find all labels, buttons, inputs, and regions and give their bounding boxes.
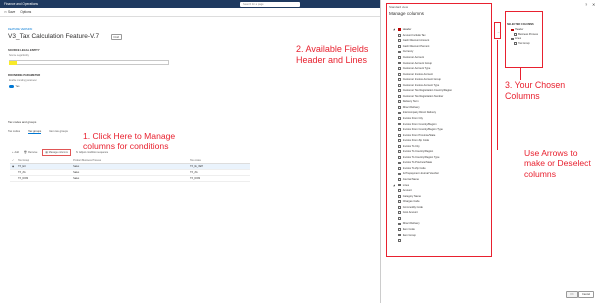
cell-tax-codes[interactable]: TX_DOM	[188, 175, 250, 182]
source-section-title: SOURCE LEGAL ENTITY	[8, 49, 40, 52]
tab-tax-groups[interactable]: Tax groups	[28, 130, 42, 134]
manage-columns-label: Manage columns	[48, 151, 68, 154]
manage-columns-button[interactable]: ▦ Manage columns	[42, 149, 71, 156]
tab-tax-codes[interactable]: Tax codes	[8, 130, 20, 134]
annotation-step2: 2. Available Fields Header and Lines	[296, 44, 369, 65]
sequence-icon: ⇅	[75, 151, 78, 154]
tab-item-tax-groups[interactable]: Item tax groups	[49, 130, 68, 134]
status-badge: Draft	[111, 34, 122, 40]
tax-groups-grid: ✓ Tax Group Product Business Process Tax…	[10, 158, 250, 182]
breadcrumb[interactable]: FEATURE VERSION	[8, 28, 32, 31]
rounding-toggle[interactable]: Yes	[9, 85, 19, 88]
trash-icon: 🗑	[23, 151, 28, 154]
ok-button[interactable]: OK	[566, 291, 578, 298]
tax-section-header: Tax codes and groups	[8, 120, 37, 124]
search-input[interactable]: Search for a page	[240, 1, 300, 7]
tax-tabs: Tax codes Tax groups Item tax groups	[8, 130, 68, 134]
save-button[interactable]: ▭ Save	[4, 10, 15, 14]
available-fields-highlight	[386, 3, 492, 257]
rounding-field-label: Enable rounding parameter	[9, 80, 37, 82]
add-label: Add	[14, 151, 19, 154]
add-button[interactable]: + Add	[12, 149, 19, 156]
annotation-step1: 1. Click Here to Manage columns for cond…	[83, 131, 176, 152]
cell-business-process[interactable]: Sales	[71, 175, 189, 182]
rounding-section-title: ROUNDING PARAMETER	[8, 74, 41, 77]
cancel-button[interactable]: Cancel	[578, 291, 595, 298]
options-label: Options	[20, 10, 32, 14]
options-button[interactable]: Options	[20, 10, 31, 14]
save-label: Save	[8, 10, 16, 14]
columns-icon: ▦	[45, 151, 48, 154]
chosen-callout-line	[520, 68, 522, 80]
close-icon[interactable]: ✕	[592, 2, 595, 7]
remove-label: Remove	[28, 151, 38, 154]
app-title: Finance and Operations	[4, 2, 39, 6]
source-legal-entity-field[interactable]	[9, 60, 169, 65]
save-icon: ▭	[4, 10, 8, 14]
source-value-highlight	[9, 60, 17, 65]
cell-tax-group[interactable]: TX_DOM	[16, 175, 72, 182]
annotation-arrows-note: Use Arrows to make or Deselect columns	[524, 148, 591, 179]
arrows-highlight	[494, 22, 501, 39]
plus-icon: +	[12, 151, 14, 154]
chosen-columns-highlight	[505, 11, 543, 68]
help-icon[interactable]: ?	[585, 2, 587, 7]
remove-button[interactable]: 🗑 Remove	[24, 149, 38, 156]
source-field-label: Source Legal Entity	[9, 55, 29, 57]
arrow-callout-line	[497, 40, 499, 150]
annotation-step3: 3. Your Chosen Columns	[505, 80, 566, 101]
page-title: V3_Tax Calculation Feature-V.7	[8, 33, 100, 40]
table-row[interactable]: TX_DOM Sales TX_DOM	[10, 175, 250, 182]
toggle-switch[interactable]	[9, 85, 14, 88]
toggle-label: Yes	[15, 85, 20, 88]
